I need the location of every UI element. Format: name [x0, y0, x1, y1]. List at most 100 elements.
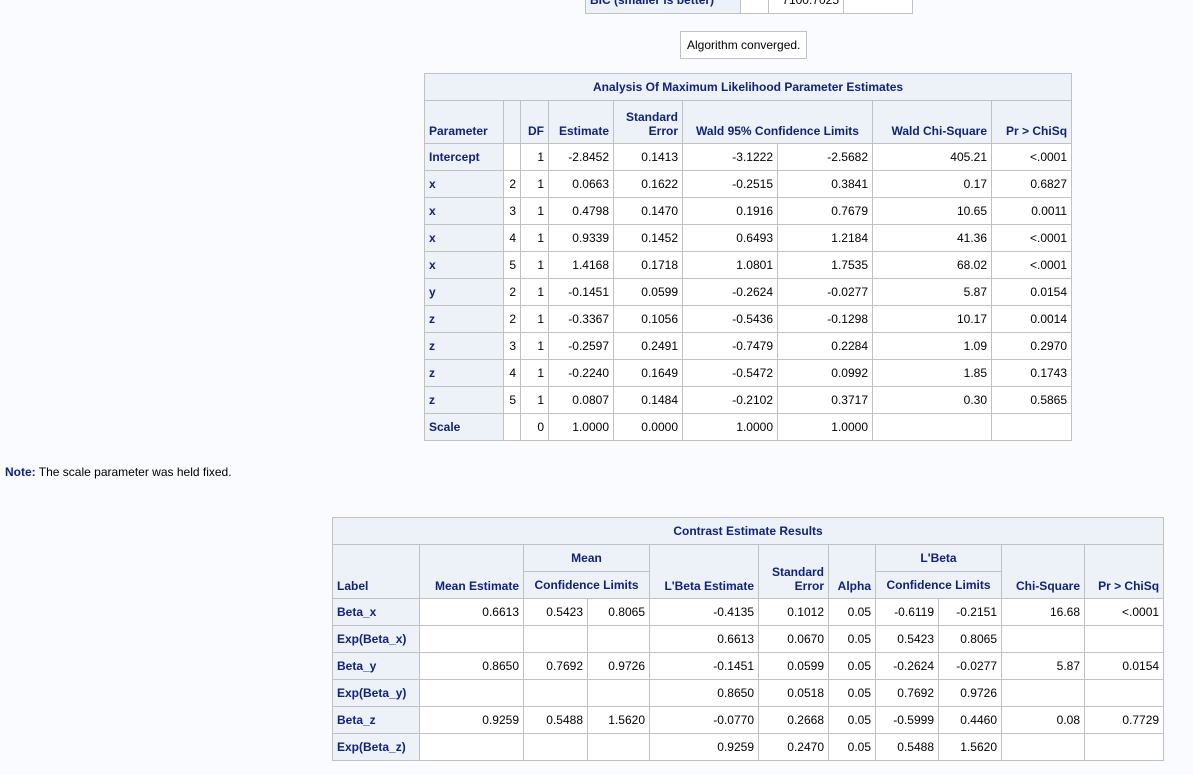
row-label: Exp(Beta_x): [332, 625, 420, 653]
cell: 0.5423: [875, 625, 939, 653]
col-label: Label: [332, 544, 420, 599]
cell: -2.5682: [777, 143, 873, 171]
table-row: Exp(Beta_y) 0.8650 0.0518 0.05 0.7692 0.9726: [332, 679, 1165, 707]
cell: 0.0670: [758, 625, 829, 653]
cell: 0.0599: [613, 278, 683, 306]
fit-stat-value: 7100.7025: [768, 0, 844, 14]
cell: 0.7679: [777, 197, 873, 225]
cell: 68.02: [872, 251, 992, 279]
cell: 0.9726: [938, 679, 1002, 707]
cell: -0.5472: [682, 359, 778, 387]
cell: 0.9726: [587, 652, 650, 680]
table-row: Beta_y 0.8650 0.7692 0.9726 -0.1451 0.0599 0.0…: [332, 652, 1165, 680]
cell: 0.8065: [587, 598, 650, 626]
cell: 5.87: [1001, 652, 1085, 680]
cell: 0.9259: [419, 706, 524, 734]
row-label: Beta_x: [332, 598, 420, 626]
cell: 0.1470: [613, 197, 683, 225]
cell: -0.0770: [649, 706, 759, 734]
table-row: z 3 1 -0.2597 0.2491 -0.7479 0.2284 1.09 0.2970: [424, 332, 1073, 360]
cell: <.0001: [990, 143, 1073, 171]
row-label: x: [424, 170, 504, 198]
cell: 0.0154: [990, 278, 1073, 306]
row-label: z: [424, 305, 504, 333]
cell: 0.05: [828, 679, 876, 707]
cell: [872, 413, 992, 441]
row-label: Scale: [424, 413, 504, 441]
cell: <.0001: [990, 224, 1073, 252]
cell: 1.85: [872, 359, 992, 387]
table-row: Exp(Beta_x) 0.6613 0.0670 0.05 0.5423 0.8065: [332, 625, 1165, 653]
cell: 0.05: [828, 652, 876, 680]
cell: -2.8452: [548, 143, 614, 171]
cell: 0.0014: [990, 305, 1073, 333]
cell: 0.0154: [1083, 652, 1165, 680]
cell: 0.5865: [990, 386, 1073, 414]
cell: 0.6613: [419, 598, 524, 626]
cell: 0.2491: [613, 332, 683, 360]
cell: 1.7535: [777, 251, 873, 279]
cell: 0: [520, 413, 549, 441]
cell: [1083, 625, 1165, 653]
col-parameter: Parameter: [424, 100, 504, 144]
cell: 5: [503, 251, 521, 279]
cell: 0.3717: [777, 386, 873, 414]
parameter-estimates-table: Analysis Of Maximum Likelihood Parameter…: [423, 73, 1073, 441]
cell: 10.17: [872, 305, 992, 333]
cell: -0.0277: [777, 278, 873, 306]
row-label: Beta_y: [332, 652, 420, 680]
cell: -0.0277: [938, 652, 1002, 680]
cell: -0.5999: [875, 706, 939, 734]
cell: 0.6493: [682, 224, 778, 252]
cell: -0.6119: [875, 598, 939, 626]
cell: 1: [520, 224, 549, 252]
cell: [419, 625, 524, 653]
cell: 1.4168: [548, 251, 614, 279]
row-label: x: [424, 251, 504, 279]
cell: 2: [503, 170, 521, 198]
fit-statistics-table: BIC (smaller is better) 7100.7025: [585, 0, 913, 14]
table-row: z 2 1 -0.3367 0.1056 -0.5436 -0.1298 10.17 0.001…: [424, 305, 1073, 333]
table-title: Analysis Of Maximum Likelihood Parameter…: [423, 73, 1073, 101]
cell: <.0001: [990, 251, 1073, 279]
row-label: z: [424, 332, 504, 360]
cell: [1001, 625, 1085, 653]
cell: 0.2668: [758, 706, 829, 734]
cell: [503, 143, 521, 171]
cell: 0.5488: [523, 706, 588, 734]
cell: 1: [520, 386, 549, 414]
cell: 0.1649: [613, 359, 683, 387]
cell: 1.09: [872, 332, 992, 360]
cell: 0.17: [872, 170, 992, 198]
cell: 0.05: [828, 598, 876, 626]
cell: [419, 733, 524, 761]
col-wald-chisq: Wald Chi-Square: [872, 100, 992, 144]
cell: [587, 679, 650, 707]
table-row: Beta_z 0.9259 0.5488 1.5620 -0.0770 0.2668 0.0…: [332, 706, 1165, 734]
cell: [523, 679, 588, 707]
cell: 0.2284: [777, 332, 873, 360]
cell: 1: [520, 332, 549, 360]
cell: 1.0000: [682, 413, 778, 441]
col-pr-chisq: Pr > ChiSq: [1083, 544, 1165, 599]
cell: 1: [520, 305, 549, 333]
cell: 0.1916: [682, 197, 778, 225]
col-lbeta-cl: Confidence Limits: [875, 571, 1002, 599]
cell: 0.3841: [777, 170, 873, 198]
table-row: Scale 0 1.0000 0.0000 1.0000 1.0000: [424, 413, 1073, 441]
cell: -3.1222: [682, 143, 778, 171]
col-wald-limits: Wald 95% Confidence Limits: [682, 100, 873, 144]
table-row: x 4 1 0.9339 0.1452 0.6493 1.2184 41.36 <.0001: [424, 224, 1073, 252]
cell: 0.5488: [875, 733, 939, 761]
cell: 0.0992: [777, 359, 873, 387]
cell: 0.1452: [613, 224, 683, 252]
cell: 0.8065: [938, 625, 1002, 653]
cell: -0.1451: [548, 278, 614, 306]
cell: 5.87: [872, 278, 992, 306]
cell: 0.4798: [548, 197, 614, 225]
cell: [523, 733, 588, 761]
col-lbeta-estimate: L'Beta Estimate: [649, 544, 759, 599]
cell: 0.0000: [613, 413, 683, 441]
table-row: z 4 1 -0.2240 0.1649 -0.5472 0.0992 1.85 0.1743: [424, 359, 1073, 387]
cell: 0.05: [828, 625, 876, 653]
